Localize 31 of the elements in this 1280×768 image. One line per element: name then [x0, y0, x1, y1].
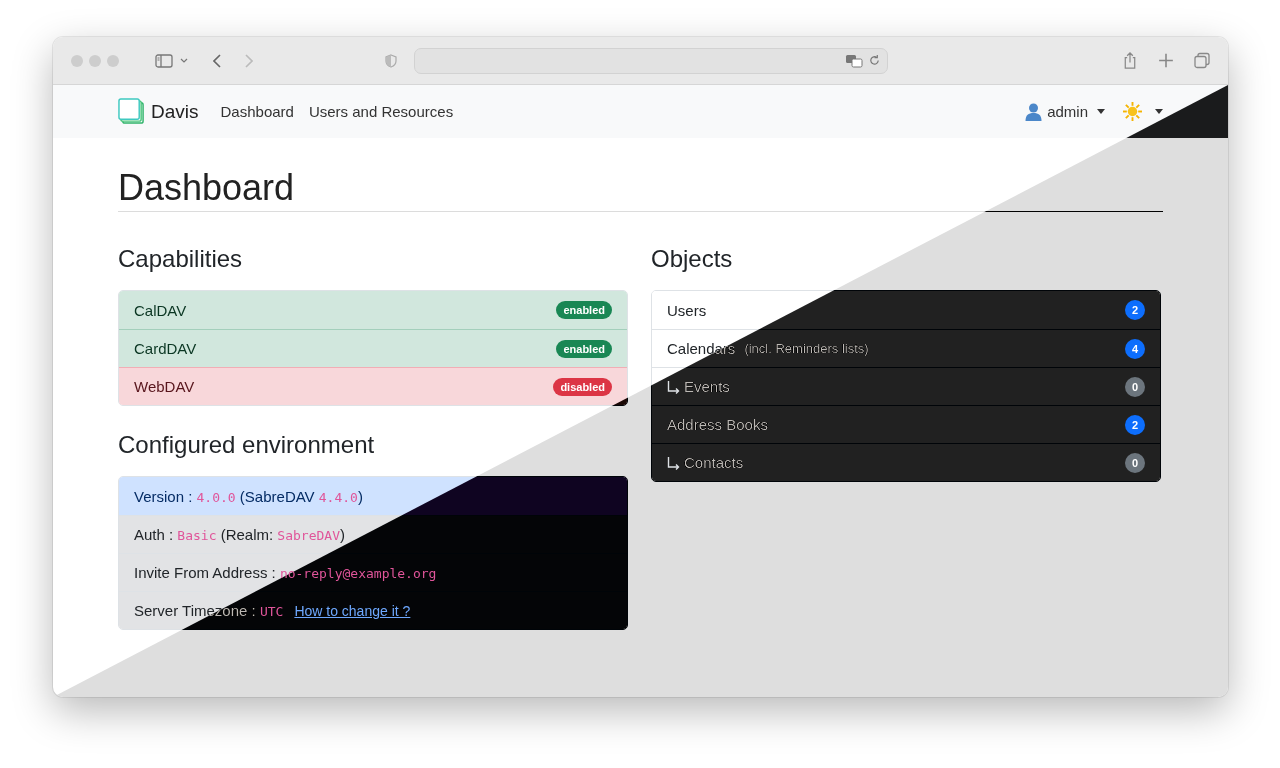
user-menu[interactable]: admin — [1025, 102, 1105, 121]
setting-label: ) — [339, 526, 345, 543]
section-heading: Objects — [651, 244, 734, 274]
setting-label: ) — [357, 487, 363, 505]
setting-value: 4.0.0 — [196, 489, 236, 505]
object-name: Contacts — [684, 454, 744, 471]
section-heading: Configured environment — [118, 430, 376, 460]
setting-label: Invite From Address : — [134, 564, 277, 581]
setting-value: Basic — [177, 528, 217, 543]
capability-name: WebDAV — [134, 378, 195, 395]
setting-label: (SabreDAV — [238, 487, 316, 505]
setting-value: 4.4.0 — [318, 489, 358, 505]
setting-value: SabreDAV — [277, 528, 340, 543]
status-badge: disabled — [553, 377, 612, 396]
setting-label: Version : — [134, 487, 194, 505]
object-name: Users — [667, 301, 707, 319]
section-heading: Capabilities — [118, 244, 244, 274]
capability-name: CardDAV — [134, 340, 197, 357]
setting-label: (Realm: — [219, 526, 275, 543]
status-badge: enabled — [556, 301, 612, 319]
object-name: Address Books — [667, 416, 768, 433]
setting-value: UTC — [259, 604, 284, 619]
status-badge: enabled — [556, 339, 612, 358]
nav-link[interactable]: Users and Resources — [308, 103, 454, 120]
object-note: (incl. Reminders lists) — [744, 341, 869, 356]
setting-label: Auth : — [134, 526, 175, 543]
help-link[interactable]: How to change it ? — [294, 603, 411, 619]
object-name: Events — [684, 378, 730, 395]
nav-link[interactable]: Dashboard — [220, 103, 294, 120]
capability-name: CalDAV — [134, 301, 187, 319]
brand-name[interactable]: Davis — [151, 100, 199, 123]
